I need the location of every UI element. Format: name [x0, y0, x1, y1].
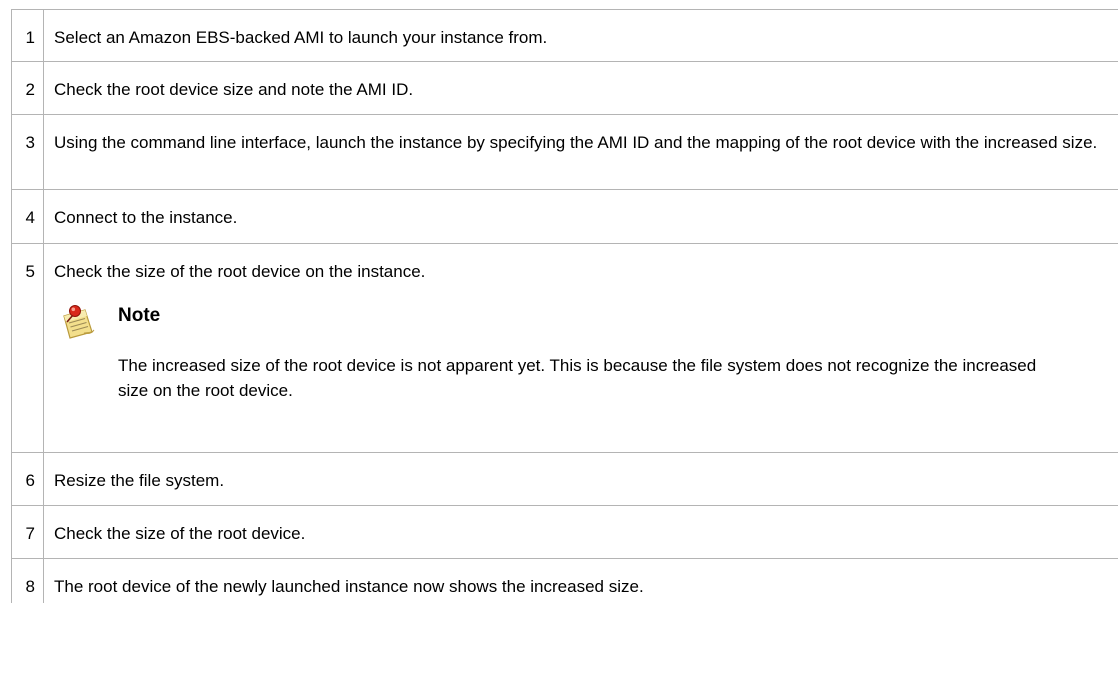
step-number: 7 [25, 524, 35, 543]
note-icon [63, 305, 95, 339]
step-text: The root device of the newly launched in… [54, 577, 644, 596]
step-number: 2 [25, 80, 35, 99]
step-row: 2 Check the root device size and note th… [11, 61, 1118, 115]
step-number-cell: 6 [11, 452, 44, 506]
step-row: 8 The root device of the newly launched … [11, 558, 1118, 603]
step-number: 3 [25, 133, 35, 152]
step-number: 6 [25, 471, 35, 490]
step-text-cell: Connect to the instance. [43, 189, 1118, 244]
step-text-cell: Check the size of the root device on the… [43, 243, 1118, 453]
step-number-cell: 2 [11, 61, 44, 115]
step-number-cell: 3 [11, 114, 44, 190]
step-text-cell: Resize the file system. [43, 452, 1118, 506]
step-row: 1 Select an Amazon EBS-backed AMI to lau… [11, 9, 1118, 62]
step-number: 8 [25, 577, 35, 596]
step-text: Check the root device size and note the … [54, 80, 414, 99]
step-text: Select an Amazon EBS-backed AMI to launc… [54, 28, 548, 47]
step-row: 4 Connect to the instance. [11, 189, 1118, 244]
step-number-cell: 4 [11, 189, 44, 244]
step-text-cell: Check the root device size and note the … [43, 61, 1118, 115]
step-number-cell: 5 [11, 243, 44, 453]
step-text: Using the command line interface, launch… [54, 133, 1098, 152]
step-text: Check the size of the root device. [54, 524, 306, 543]
steps-table: 1 Select an Amazon EBS-backed AMI to lau… [11, 9, 1118, 603]
step-text-cell: Using the command line interface, launch… [43, 114, 1118, 190]
note-admonition: Note The increased size of the root devi… [54, 298, 1118, 438]
step-number: 5 [25, 262, 35, 281]
step-number-cell: 8 [11, 558, 44, 603]
step-row: 6 Resize the file system. [11, 452, 1118, 506]
step-text: Check the size of the root device on the… [54, 262, 426, 281]
step-row: 7 Check the size of the root device. [11, 505, 1118, 559]
step-text-cell: Check the size of the root device. [43, 505, 1118, 559]
note-body: The increased size of the root device is… [118, 356, 1037, 400]
step-row: 3 Using the command line interface, laun… [11, 114, 1118, 190]
step-text-cell: The root device of the newly launched in… [43, 558, 1118, 603]
step-number: 1 [25, 28, 35, 47]
step-number: 4 [25, 208, 35, 227]
step-text: Connect to the instance. [54, 208, 238, 227]
step-text: Resize the file system. [54, 471, 225, 490]
note-title: Note [118, 305, 161, 326]
step-number-cell: 1 [11, 9, 44, 62]
step-number-cell: 7 [11, 505, 44, 559]
step-row: 5 Check the size of the root device on t… [11, 243, 1118, 453]
step-text-cell: Select an Amazon EBS-backed AMI to launc… [43, 9, 1118, 62]
